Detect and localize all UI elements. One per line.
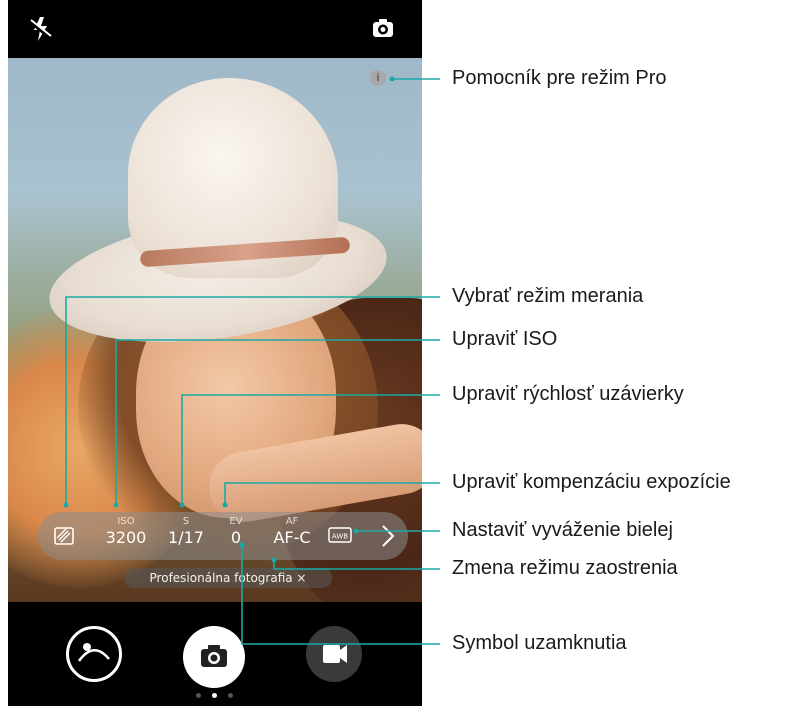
next-controls-button[interactable]: [378, 522, 398, 550]
callout-white-balance: Nastaviť vyváženie bielej: [452, 519, 673, 541]
shutter-speed-control[interactable]: S 1/17: [160, 515, 212, 548]
awb-icon: AWB: [328, 527, 352, 543]
mode-badge[interactable]: Profesionálna fotografia ×: [124, 568, 332, 588]
camera-icon: [201, 645, 227, 667]
iso-label: ISO: [117, 516, 135, 527]
white-balance-button[interactable]: AWB: [328, 525, 354, 545]
shutter-value: 1/17: [168, 528, 204, 547]
shutter-label: S: [182, 516, 190, 527]
camera-bottom-bar: [8, 602, 422, 706]
iso-value: 3200: [105, 528, 147, 547]
ev-control[interactable]: EV 0: [216, 515, 256, 548]
iso-control[interactable]: ISO 3200: [100, 515, 152, 548]
video-icon: [323, 645, 347, 663]
callout-focus: Zmena režimu zaostrenia: [452, 557, 678, 579]
page-dot-active: [212, 693, 217, 698]
svg-text:AWB: AWB: [332, 533, 348, 541]
metering-icon: [54, 527, 74, 545]
page-dot: [196, 693, 201, 698]
camera-top-bar: [8, 0, 422, 58]
shutter-button[interactable]: [183, 626, 245, 688]
ev-label: EV: [229, 516, 243, 527]
af-value: AF-C: [273, 528, 311, 547]
callout-pro-help: Pomocník pre režim Pro: [452, 67, 667, 89]
callout-lock: Symbol uzamknutia: [452, 632, 627, 654]
callout-metering: Vybrať režim merania: [452, 285, 644, 307]
af-label: AF: [285, 516, 299, 527]
focus-mode-control[interactable]: AF AF-C: [266, 515, 318, 548]
camera-switch-icon[interactable]: [368, 14, 398, 44]
metering-mode-button[interactable]: [50, 524, 78, 548]
ev-value: 0: [230, 528, 242, 547]
phone-screen: i ISO 3200 S 1/17 EV 0 AF AF-C AWB Profe…: [8, 0, 422, 706]
flash-off-icon[interactable]: [26, 14, 56, 44]
callout-iso: Upraviť ISO: [452, 328, 558, 350]
video-mode-button[interactable]: [306, 626, 362, 682]
callout-ev: Upraviť kompenzáciu expozície: [452, 471, 731, 493]
chevron-right-icon: [382, 525, 395, 547]
page-dot: [228, 693, 233, 698]
callout-shutter: Upraviť rýchlosť uzávierky: [452, 383, 684, 405]
gallery-button[interactable]: [66, 626, 122, 682]
pro-mode-help-icon[interactable]: i: [370, 70, 386, 86]
pro-controls-bar: ISO 3200 S 1/17 EV 0 AF AF-C AWB: [38, 512, 408, 560]
gallery-icon: [77, 643, 110, 662]
